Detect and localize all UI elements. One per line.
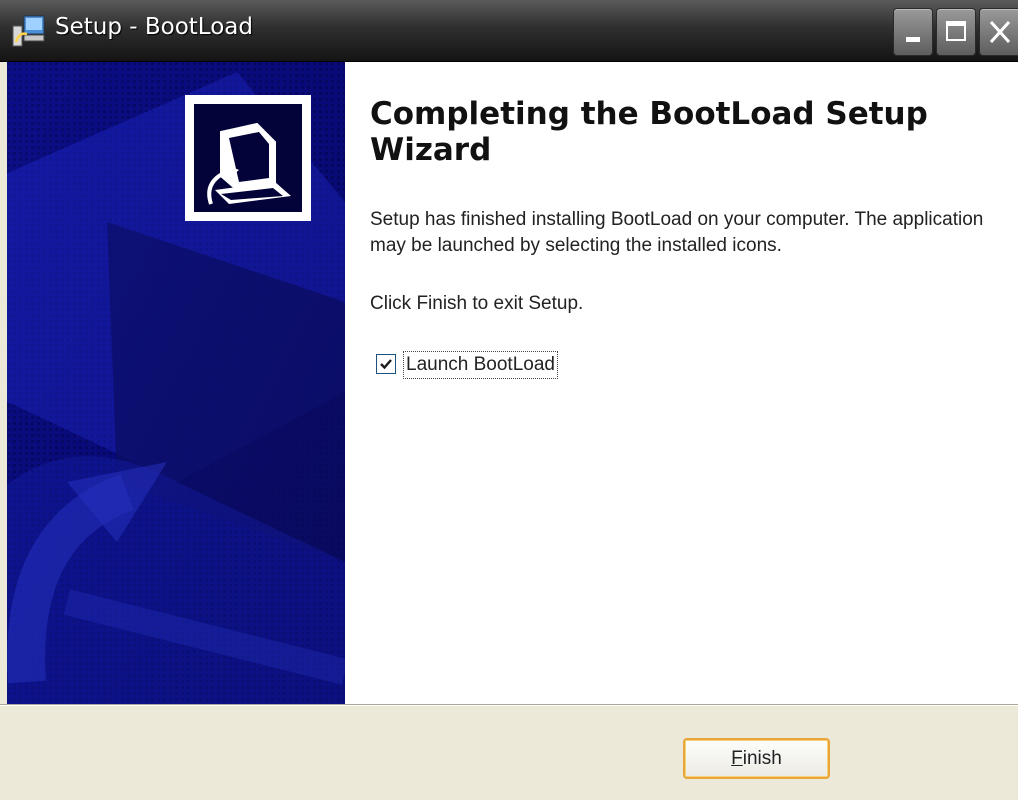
finish-button-label: inish <box>742 748 782 769</box>
minimize-icon <box>906 37 920 42</box>
title-bar[interactable]: Setup - BootLoad <box>0 0 1018 62</box>
checkmark-icon <box>380 359 392 370</box>
setup-window: Setup - BootLoad Completing the BootLoad… <box>0 0 1018 800</box>
exit-instruction: Click Finish to exit Setup. <box>370 293 584 314</box>
computer-icon <box>185 95 311 221</box>
close-button[interactable] <box>979 8 1018 56</box>
window-title: Setup - BootLoad <box>55 14 253 40</box>
maximize-button[interactable] <box>936 8 976 56</box>
finish-button[interactable]: Finish <box>683 738 830 779</box>
page-title: Completing the BootLoad Setup Wizard <box>370 96 928 168</box>
footer-bar: Finish <box>0 704 1018 800</box>
finish-button-mnemonic: F <box>731 748 743 769</box>
maximize-icon <box>946 21 966 41</box>
wizard-banner <box>7 62 345 704</box>
launch-checkbox-label[interactable]: Launch BootLoad <box>403 351 558 379</box>
launch-checkbox[interactable] <box>376 354 396 374</box>
close-icon <box>989 20 1011 44</box>
minimize-button[interactable] <box>893 8 933 56</box>
content-panel: Completing the BootLoad Setup Wizard Set… <box>345 62 1018 704</box>
setup-icon <box>11 12 47 48</box>
completion-description: Setup has finished installing BootLoad o… <box>370 209 984 256</box>
